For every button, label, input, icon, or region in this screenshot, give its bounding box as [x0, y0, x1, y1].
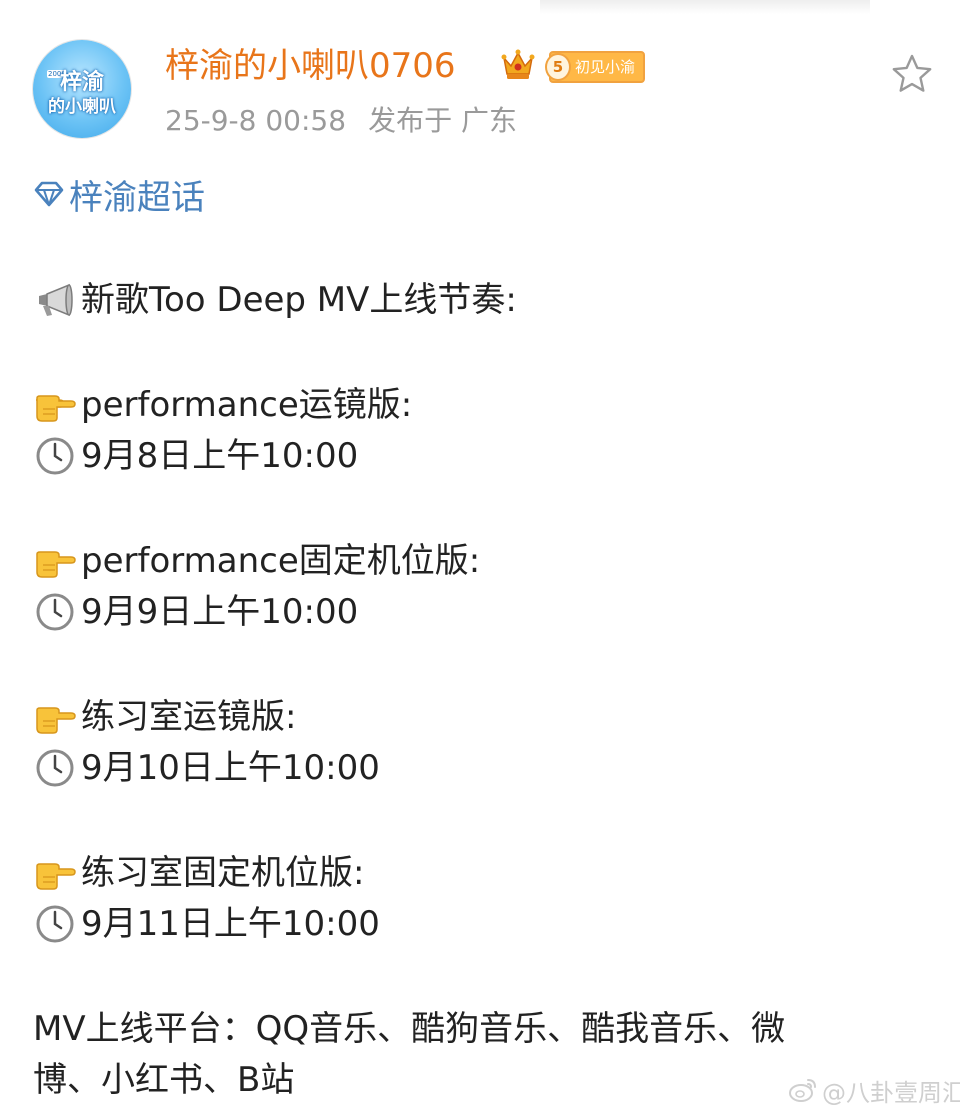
clock-icon	[36, 749, 74, 787]
post-line-text: 新歌Too Deep MV上线节奏:	[81, 280, 517, 320]
topic-link[interactable]: 梓渝超话	[33, 172, 205, 218]
post-location: 发布于 广东	[368, 104, 517, 137]
author-username[interactable]: 梓渝的小喇叭0706	[165, 44, 456, 88]
fan-badge-level: 5	[545, 53, 571, 81]
diamond-icon	[34, 181, 64, 207]
post-line-time: 9月8日上午10:00	[33, 433, 358, 479]
post-line-time: 9月9日上午10:00	[33, 589, 358, 635]
post-line-text: MV上线平台：QQ音乐、酷狗音乐、酷我音乐、微	[33, 1009, 786, 1049]
post-meta: 25-9-8 00:58 发布于 广东	[165, 102, 517, 140]
post-line-text: 9月8日上午10:00	[81, 436, 359, 476]
post-line-text: 练习室固定机位版:	[81, 853, 365, 893]
post-line-time: 9月11日上午10:00	[33, 901, 380, 947]
clock-icon	[36, 905, 74, 943]
post-line-text: 9月10日上午10:00	[81, 748, 380, 788]
weibo-logo-icon	[789, 1079, 816, 1102]
topic-label: 梓渝超话	[69, 177, 205, 218]
pointing-hand-icon	[36, 863, 76, 890]
post-line-text: 博、小红书、B站	[33, 1060, 295, 1100]
post-line-text: 练习室运镜版:	[81, 697, 297, 737]
post-line-version: performance固定机位版:	[33, 538, 480, 584]
post-line-text: performance运镜版:	[81, 385, 413, 425]
post-line-version: 练习室运镜版:	[33, 694, 296, 740]
megaphone-icon	[39, 283, 73, 317]
post-line-headline: 新歌Too Deep MV上线节奏:	[33, 277, 517, 323]
top-edge-shadow	[540, 0, 870, 14]
author-avatar[interactable]: 2000 梓渝 的小喇叭	[33, 40, 131, 138]
clock-icon	[36, 593, 74, 631]
post-line-text: performance固定机位版:	[81, 541, 481, 581]
post-timestamp: 25-9-8 00:58	[165, 104, 347, 137]
post-line-version: 练习室固定机位版:	[33, 850, 364, 896]
fan-badge[interactable]: 5 初见小渝	[545, 51, 646, 83]
pointing-hand-icon	[36, 395, 76, 422]
watermark-text: @八卦壹周汇	[822, 1078, 960, 1107]
avatar-text-line2: 的小喇叭	[48, 97, 116, 117]
clock-icon	[36, 437, 74, 475]
post-line-platforms: MV上线平台：QQ音乐、酷狗音乐、酷我音乐、微	[33, 1006, 785, 1052]
star-outline-icon[interactable]	[890, 52, 934, 96]
fan-badge-name: 初见小渝	[575, 58, 636, 76]
post-line-text: 9月9日上午10:00	[81, 592, 359, 632]
pointing-hand-icon	[36, 707, 76, 734]
post-line-text: 9月11日上午10:00	[81, 904, 380, 944]
post-line-platforms-cont: 博、小红书、B站	[33, 1057, 294, 1103]
crown-icon	[501, 49, 535, 79]
post-line-version: performance运镜版:	[33, 382, 412, 428]
watermark: @八卦壹周汇	[788, 1074, 960, 1107]
pointing-hand-icon	[36, 551, 76, 578]
post-line-time: 9月10日上午10:00	[33, 745, 380, 791]
